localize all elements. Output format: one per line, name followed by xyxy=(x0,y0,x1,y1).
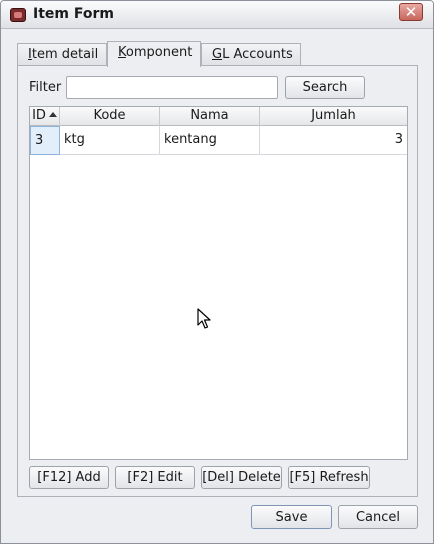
column-header-label: ID xyxy=(32,108,46,123)
tab-item-detail[interactable]: Item detail xyxy=(17,43,107,66)
delete-button[interactable]: [Del] Delete xyxy=(201,466,282,489)
search-button[interactable]: Search xyxy=(285,76,365,99)
table-row[interactable]: 3 ktg kentang 3 xyxy=(30,126,407,155)
edit-button[interactable]: [F2] Edit xyxy=(115,466,195,489)
app-icon xyxy=(10,8,26,22)
cell-kode[interactable]: ktg xyxy=(60,126,160,155)
tab-mnemonic: G xyxy=(212,47,223,62)
cell-jumlah[interactable]: 3 xyxy=(260,126,407,155)
komponent-panel: Filter Search ID Kode Nama Jumlah 3 ktg … xyxy=(17,65,418,497)
close-icon[interactable]: ✕ xyxy=(399,3,423,21)
tab-mnemonic: K xyxy=(118,45,126,60)
tab-label: tem detail xyxy=(31,47,99,62)
add-button[interactable]: [F12] Add xyxy=(29,466,109,489)
refresh-button[interactable]: [F5] Refresh xyxy=(288,466,370,489)
table-header: ID Kode Nama Jumlah xyxy=(30,107,407,126)
tab-label: L Accounts xyxy=(222,47,293,62)
window-title: Item Form xyxy=(33,6,114,22)
cancel-button[interactable]: Cancel xyxy=(338,505,418,529)
tab-komponent[interactable]: Komponent xyxy=(107,41,201,67)
filter-label: Filter xyxy=(29,80,62,95)
cell-id[interactable]: 3 xyxy=(30,126,60,155)
mouse-pointer-icon xyxy=(197,308,211,329)
filter-input[interactable] xyxy=(66,76,278,99)
title-bar[interactable]: Item Form ✕ xyxy=(1,1,433,29)
column-header-nama[interactable]: Nama xyxy=(160,107,260,126)
sort-ascending-icon xyxy=(48,112,57,117)
column-header-kode[interactable]: Kode xyxy=(60,107,160,126)
save-button[interactable]: Save xyxy=(251,505,332,529)
cell-nama[interactable]: kentang xyxy=(160,126,260,155)
column-header-jumlah[interactable]: Jumlah xyxy=(260,107,407,126)
tab-gl-accounts[interactable]: GL Accounts xyxy=(201,43,301,66)
komponen-table[interactable]: ID Kode Nama Jumlah 3 ktg kentang 3 xyxy=(29,106,408,460)
column-header-id[interactable]: ID xyxy=(30,107,60,126)
item-form-window: Item Form ✕ Item detail Komponent GL Acc… xyxy=(0,0,434,544)
tab-label: omponent xyxy=(125,45,193,60)
